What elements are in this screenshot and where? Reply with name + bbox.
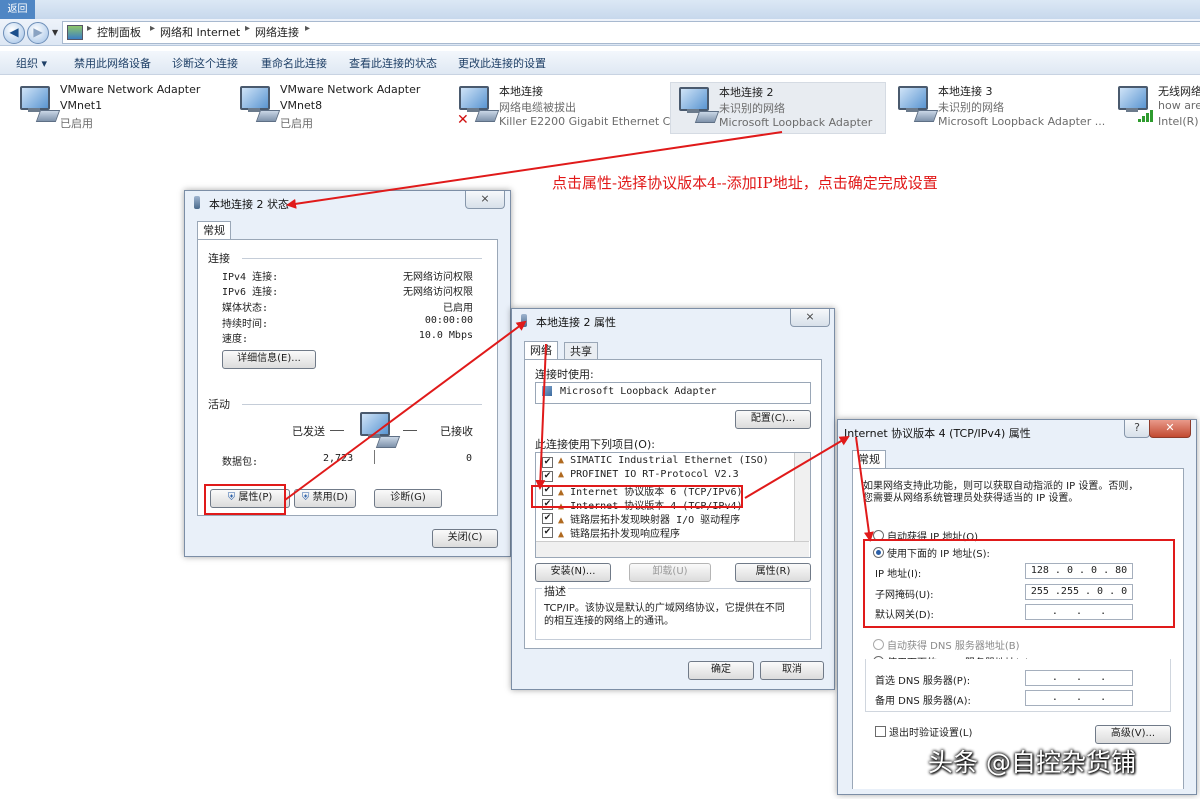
- arrow-properties-to-dialog: [284, 320, 527, 501]
- arrow-tab-to-ipv4: [535, 343, 547, 490]
- watermark: 头条 @自控杂货铺: [928, 748, 1136, 777]
- arrow-adapter-to-status: [286, 131, 783, 209]
- arrow-tab-to-ip: [855, 436, 874, 542]
- arrow-ipv4-to-dialog: [744, 435, 850, 499]
- annotation-arrows: [284, 131, 874, 542]
